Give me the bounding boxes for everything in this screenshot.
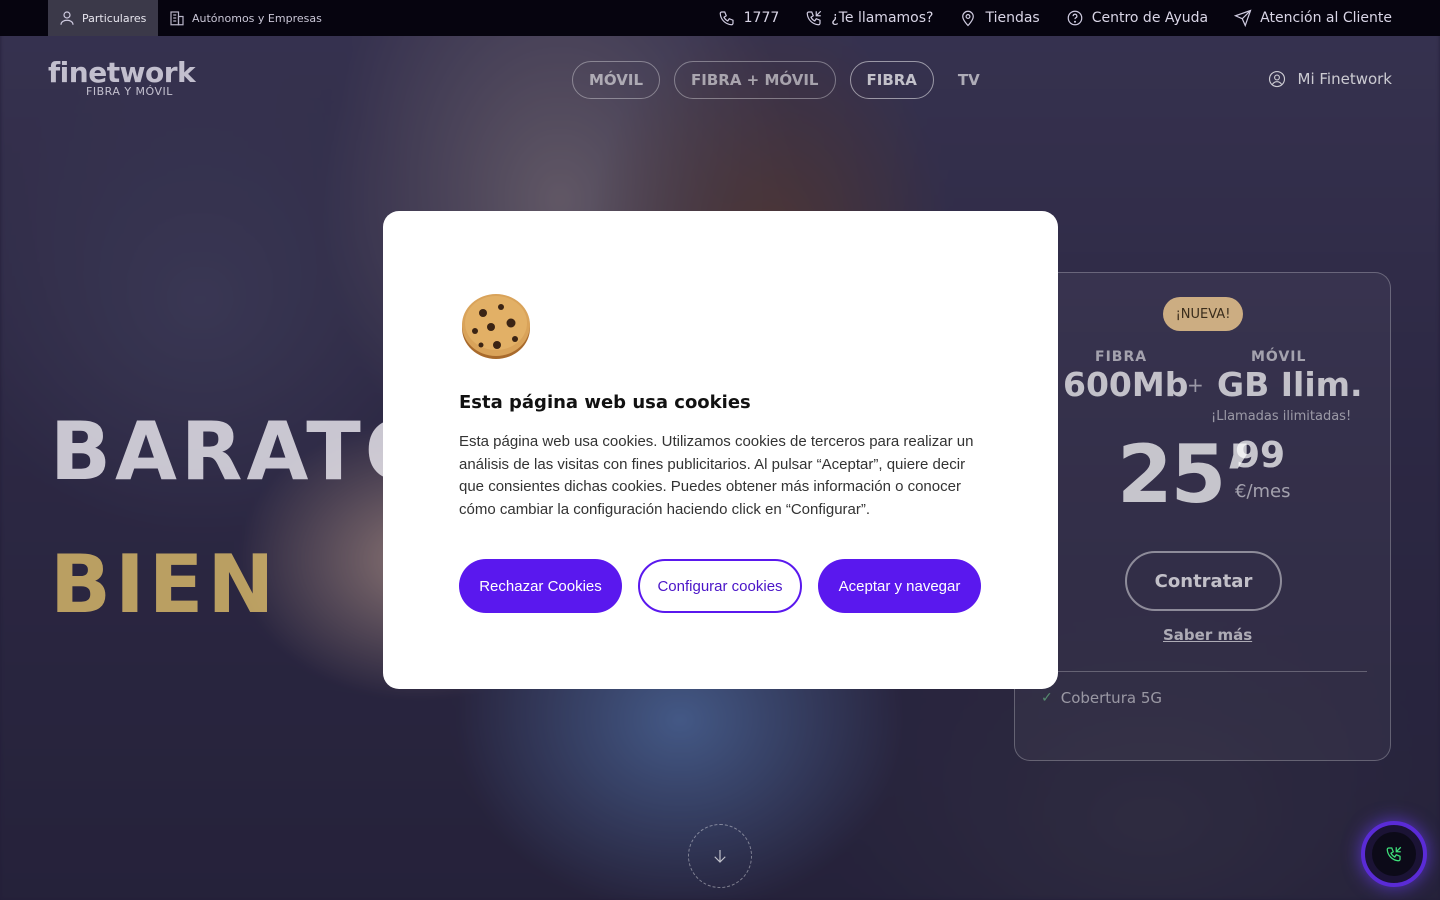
price-int: 25 [1117,428,1226,521]
map-pin-icon [959,9,977,27]
account-circle-icon [1266,68,1288,90]
customer-service-link[interactable]: Atención al Cliente [1234,9,1392,27]
price-decimals: 99 [1235,435,1286,476]
price-unit: €/mes [1235,481,1291,502]
top-utility-bar: Particulares Autónomos y Empresas 1777 ¿… [0,0,1440,36]
phone-incoming-icon [1382,842,1406,866]
movil-data: GB Ilim. [1217,365,1363,404]
plus-sign: + [1187,373,1204,397]
offer-card: ¡NUEVA! FIBRA MÓVIL 600Mb + GB Ilim. ¡Ll… [1014,272,1391,761]
new-badge: ¡NUEVA! [1163,297,1243,331]
phone-icon [718,9,736,27]
help-center-link[interactable]: Centro de Ayuda [1066,9,1208,27]
hero-headline-2: BIEN [50,538,279,631]
my-account-label: Mi Finetwork [1297,70,1393,88]
stores-label: Tiendas [985,10,1040,26]
floating-call-button[interactable] [1361,821,1427,887]
check-icon: ✓ [1041,690,1053,706]
help-circle-icon [1066,9,1084,27]
user-icon [58,9,76,27]
configure-cookies-button[interactable]: Configurar cookies [638,559,802,613]
phone-number: 1777 [743,10,780,26]
call-button-inner [1372,832,1416,876]
unlimited-calls: ¡Llamadas ilimitadas! [1211,409,1352,424]
reject-cookies-button[interactable]: Rechazar Cookies [459,559,622,613]
customer-service-label: Atención al Cliente [1260,10,1392,26]
callback-label: ¿Te llamamos? [831,10,934,26]
feature-label: Cobertura 5G [1060,689,1162,707]
segment-label: Particulares [82,11,147,25]
nav-movil[interactable]: MÓVIL [572,61,661,99]
cookie-modal-title: Esta página web usa cookies [459,392,751,413]
scroll-down-button[interactable] [688,824,752,888]
top-links: 1777 ¿Te llamamos? Tiendas Centro de Ayu… [718,9,1392,27]
saber-mas-link[interactable]: Saber más [1163,626,1252,644]
my-account-link[interactable]: Mi Finetwork [1266,68,1393,90]
send-icon [1234,9,1252,27]
arrow-down-icon [709,845,731,867]
accept-cookies-button[interactable]: Aceptar y navegar [818,559,981,613]
cookie-consent-modal: Esta página web usa cookies Esta página … [383,211,1058,689]
callback-link[interactable]: ¿Te llamamos? [805,9,933,27]
fibra-label: FIBRA [1095,349,1148,365]
logo-tagline: FIBRA Y MÓVIL [86,85,173,98]
segment-label: Autónomos y Empresas [192,11,322,25]
building-icon [168,9,186,27]
segment-particulares[interactable]: Particulares [48,0,158,36]
phone-link[interactable]: 1777 [718,9,780,27]
phone-callback-icon [805,9,823,27]
feature-item: ✓ Cobertura 5G [1041,689,1162,707]
nav-fibra-movil[interactable]: FIBRA + MÓVIL [674,61,836,99]
fibra-speed: 600Mb [1063,365,1189,404]
nav-fibra[interactable]: FIBRA [849,61,934,99]
stores-link[interactable]: Tiendas [959,9,1040,27]
cookie-modal-actions: Rechazar Cookies Configurar cookies Acep… [459,559,981,613]
contratar-button[interactable]: Contratar [1125,551,1282,611]
main-nav: MÓVIL FIBRA + MÓVIL FIBRA TV [572,61,990,99]
nav-tv[interactable]: TV [948,61,990,99]
cookie-icon [461,293,531,359]
hero-headline-1: BARATO [50,405,437,498]
help-center-label: Centro de Ayuda [1091,10,1209,26]
finetwork-logo[interactable]: finetwork FIBRA Y MÓVIL [48,56,196,98]
movil-label: MÓVIL [1251,349,1307,365]
divider [1041,671,1367,672]
price-integer: 25’ [1117,428,1255,521]
cookie-modal-body: Esta página web usa cookies. Utilizamos … [459,433,974,518]
segment-empresas[interactable]: Autónomos y Empresas [158,0,332,36]
